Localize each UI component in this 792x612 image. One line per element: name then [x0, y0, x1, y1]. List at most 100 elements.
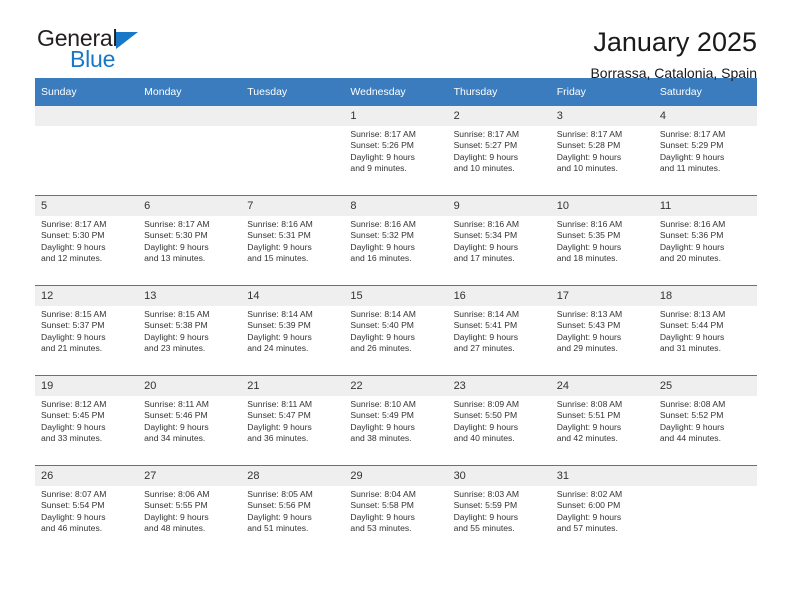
day-details: Sunrise: 8:13 AM Sunset: 5:44 PM Daylight:…: [654, 306, 757, 355]
calendar-day-cell[interactable]: 4 Sunrise: 8:17 AM Sunset: 5:29 PM Daylight…: [653, 106, 757, 196]
daylight-text-line2: and 10 minutes.: [453, 163, 515, 174]
calendar-day-cell[interactable]: 26 Sunrise: 8:07 AM Sunset: 5:54 PM Dayligh…: [35, 465, 139, 555]
daylight-text-line1: Daylight: 9 hours: [350, 331, 415, 342]
calendar-day-cell[interactable]: 6 Sunrise: 8:17 AM Sunset: 5:30 PM Daylight…: [138, 195, 242, 286]
calendar-day-cell[interactable]: 9 Sunrise: 8:16 AM Sunset: 5:34 PM Daylight…: [447, 195, 551, 286]
calendar-day-cell[interactable]: 18 Sunrise: 8:13 AM Sunset: 5:44 PM Dayligh…: [653, 285, 757, 376]
day-cell-inner: 13 Sunrise: 8:15 AM Sunset: 5:38 PM Dayligh…: [138, 286, 242, 375]
daylight-text-line1: Daylight: 9 hours: [453, 151, 519, 162]
calendar-day-cell[interactable]: 24 Sunrise: 8:08 AM Sunset: 5:51 PM Dayligh…: [550, 375, 654, 466]
calendar-day-cell[interactable]: 27 Sunrise: 8:06 AM Sunset: 5:55 PM Dayligh…: [138, 465, 242, 555]
day-number: [138, 106, 242, 126]
sunrise-text: Sunrise: 8:11 AM: [247, 399, 313, 409]
calendar-day-cell[interactable]: 17 Sunrise: 8:13 AM Sunset: 5:43 PM Dayligh…: [550, 285, 654, 376]
calendar-day-cell[interactable]: 12 Sunrise: 8:15 AM Sunset: 5:37 PM Dayligh…: [35, 285, 139, 376]
sunrise-text: Sunrise: 8:14 AM: [247, 309, 313, 319]
day-cell-inner: 28 Sunrise: 8:05 AM Sunset: 5:56 PM Dayligh…: [241, 466, 345, 555]
day-cell-inner: 18 Sunrise: 8:13 AM Sunset: 5:44 PM Dayligh…: [653, 286, 757, 375]
day-details: Sunrise: 8:04 AM Sunset: 5:58 PM Daylight:…: [344, 486, 447, 535]
day-number: 7: [241, 196, 345, 216]
day-details: Sunrise: 8:17 AM Sunset: 5:27 PM Daylight:…: [448, 126, 551, 175]
day-cell-inner: 25 Sunrise: 8:08 AM Sunset: 5:52 PM Dayligh…: [653, 376, 757, 465]
calendar-day-cell[interactable]: 28 Sunrise: 8:05 AM Sunset: 5:56 PM Dayligh…: [241, 465, 345, 555]
calendar-day-cell[interactable]: 31 Sunrise: 8:02 AM Sunset: 6:00 PM Dayligh…: [550, 465, 654, 555]
daylight-text-line2: and 20 minutes.: [659, 253, 721, 264]
daylight-text-line2: and 42 minutes.: [556, 433, 618, 444]
daylight-text-line2: and 33 minutes.: [41, 433, 103, 444]
sunrise-text: Sunrise: 8:14 AM: [453, 309, 520, 319]
day-number: 3: [550, 106, 654, 126]
day-number: 10: [550, 196, 654, 216]
sunset-text: Sunset: 5:47 PM: [247, 410, 311, 421]
calendar-day-cell[interactable]: 2 Sunrise: 8:17 AM Sunset: 5:27 PM Daylight…: [447, 106, 551, 196]
day-number: 1: [344, 106, 448, 126]
sunset-text: Sunset: 5:39 PM: [247, 320, 311, 331]
day-number: 8: [344, 196, 448, 216]
day-cell-inner: 6 Sunrise: 8:17 AM Sunset: 5:30 PM Daylight…: [138, 196, 242, 285]
calendar-day-cell[interactable]: 23 Sunrise: 8:09 AM Sunset: 5:50 PM Dayligh…: [447, 375, 551, 466]
day-cell-inner: 31 Sunrise: 8:02 AM Sunset: 6:00 PM Dayligh…: [550, 466, 654, 555]
day-number: 19: [35, 376, 139, 396]
daylight-text-line1: Daylight: 9 hours: [453, 241, 519, 252]
calendar-day-cell[interactable]: 21 Sunrise: 8:11 AM Sunset: 5:47 PM Dayligh…: [241, 375, 345, 466]
calendar-day-cell[interactable]: 20 Sunrise: 8:11 AM Sunset: 5:46 PM Dayligh…: [138, 375, 242, 466]
day-number: 16: [447, 286, 551, 306]
day-number: 4: [653, 106, 757, 126]
sunrise-text: Sunrise: 8:17 AM: [41, 219, 107, 229]
sunset-text: Sunset: 5:59 PM: [453, 500, 518, 511]
day-details: Sunrise: 8:11 AM Sunset: 5:47 PM Daylight:…: [241, 396, 344, 445]
daylight-text-line1: Daylight: 9 hours: [350, 421, 415, 432]
day-cell-inner: 3 Sunrise: 8:17 AM Sunset: 5:28 PM Daylight…: [550, 106, 654, 195]
daylight-text-line2: and 23 minutes.: [144, 343, 206, 354]
sunset-text: Sunset: 5:27 PM: [453, 140, 518, 151]
daylight-text-line1: Daylight: 9 hours: [350, 241, 415, 252]
day-cell-inner: [653, 466, 757, 555]
calendar-day-cell[interactable]: 1 Sunrise: 8:17 AM Sunset: 5:26 PM Daylight…: [344, 106, 448, 196]
day-number: 23: [447, 376, 551, 396]
daylight-text-line1: Daylight: 9 hours: [247, 511, 312, 522]
day-cell-inner: 16 Sunrise: 8:14 AM Sunset: 5:41 PM Dayligh…: [447, 286, 551, 375]
day-number: 20: [138, 376, 242, 396]
sunset-text: Sunset: 5:45 PM: [41, 410, 105, 421]
calendar-day-cell[interactable]: 13 Sunrise: 8:15 AM Sunset: 5:38 PM Dayligh…: [138, 285, 242, 376]
calendar-day-cell[interactable]: 3 Sunrise: 8:17 AM Sunset: 5:28 PM Daylight…: [550, 106, 654, 196]
generalblue-logo: General Blue: [37, 26, 267, 76]
day-cell-inner: 7 Sunrise: 8:16 AM Sunset: 5:31 PM Daylight…: [241, 196, 345, 285]
calendar-day-cell[interactable]: 10 Sunrise: 8:16 AM Sunset: 5:35 PM Dayligh…: [550, 195, 654, 286]
day-details: Sunrise: 8:16 AM Sunset: 5:34 PM Daylight:…: [448, 216, 551, 265]
daylight-text-line1: Daylight: 9 hours: [556, 151, 622, 162]
calendar-day-cell[interactable]: 25 Sunrise: 8:08 AM Sunset: 5:52 PM Dayligh…: [653, 375, 757, 466]
calendar-day-cell[interactable]: 22 Sunrise: 8:10 AM Sunset: 5:49 PM Dayligh…: [344, 375, 448, 466]
sunrise-text: Sunrise: 8:17 AM: [453, 129, 520, 139]
day-number: 28: [241, 466, 345, 486]
sunset-text: Sunset: 6:00 PM: [556, 500, 621, 511]
daylight-text-line1: Daylight: 9 hours: [41, 331, 106, 342]
day-number: 12: [35, 286, 139, 306]
day-cell-inner: [138, 106, 242, 195]
calendar-day-cell[interactable]: 29 Sunrise: 8:04 AM Sunset: 5:58 PM Dayligh…: [344, 465, 448, 555]
sunrise-text: Sunrise: 8:04 AM: [350, 489, 416, 499]
calendar-week-row: 5 Sunrise: 8:17 AM Sunset: 5:30 PM Daylight…: [35, 195, 757, 286]
day-details: Sunrise: 8:02 AM Sunset: 6:00 PM Daylight:…: [551, 486, 654, 535]
day-cell-inner: 24 Sunrise: 8:08 AM Sunset: 5:51 PM Dayligh…: [550, 376, 654, 465]
daylight-text-line1: Daylight: 9 hours: [556, 331, 622, 342]
sunset-text: Sunset: 5:29 PM: [659, 140, 724, 151]
daylight-text-line1: Daylight: 9 hours: [144, 421, 209, 432]
day-number: 22: [344, 376, 448, 396]
sunrise-text: Sunrise: 8:14 AM: [350, 309, 416, 319]
daylight-text-line2: and 24 minutes.: [247, 343, 309, 354]
day-details: Sunrise: 8:17 AM Sunset: 5:28 PM Daylight:…: [551, 126, 654, 175]
daylight-text-line1: Daylight: 9 hours: [453, 511, 519, 522]
calendar-day-cell[interactable]: 7 Sunrise: 8:16 AM Sunset: 5:31 PM Daylight…: [241, 195, 345, 286]
calendar-day-cell[interactable]: 11 Sunrise: 8:16 AM Sunset: 5:36 PM Dayligh…: [653, 195, 757, 286]
daylight-text-line1: Daylight: 9 hours: [41, 241, 106, 252]
calendar-day-cell[interactable]: 5 Sunrise: 8:17 AM Sunset: 5:30 PM Daylight…: [35, 195, 139, 286]
calendar-day-cell[interactable]: 16 Sunrise: 8:14 AM Sunset: 5:41 PM Dayligh…: [447, 285, 551, 376]
calendar-day-cell[interactable]: 30 Sunrise: 8:03 AM Sunset: 5:59 PM Dayligh…: [447, 465, 551, 555]
calendar-day-cell[interactable]: 15 Sunrise: 8:14 AM Sunset: 5:40 PM Dayligh…: [344, 285, 448, 376]
day-number: [653, 466, 757, 486]
calendar-page: General Blue January 2025 Borrassa, Cata…: [0, 0, 792, 612]
calendar-day-cell[interactable]: 8 Sunrise: 8:16 AM Sunset: 5:32 PM Daylight…: [344, 195, 448, 286]
calendar-day-cell[interactable]: 19 Sunrise: 8:12 AM Sunset: 5:45 PM Dayligh…: [35, 375, 139, 466]
calendar-day-cell[interactable]: 14 Sunrise: 8:14 AM Sunset: 5:39 PM Dayligh…: [241, 285, 345, 376]
